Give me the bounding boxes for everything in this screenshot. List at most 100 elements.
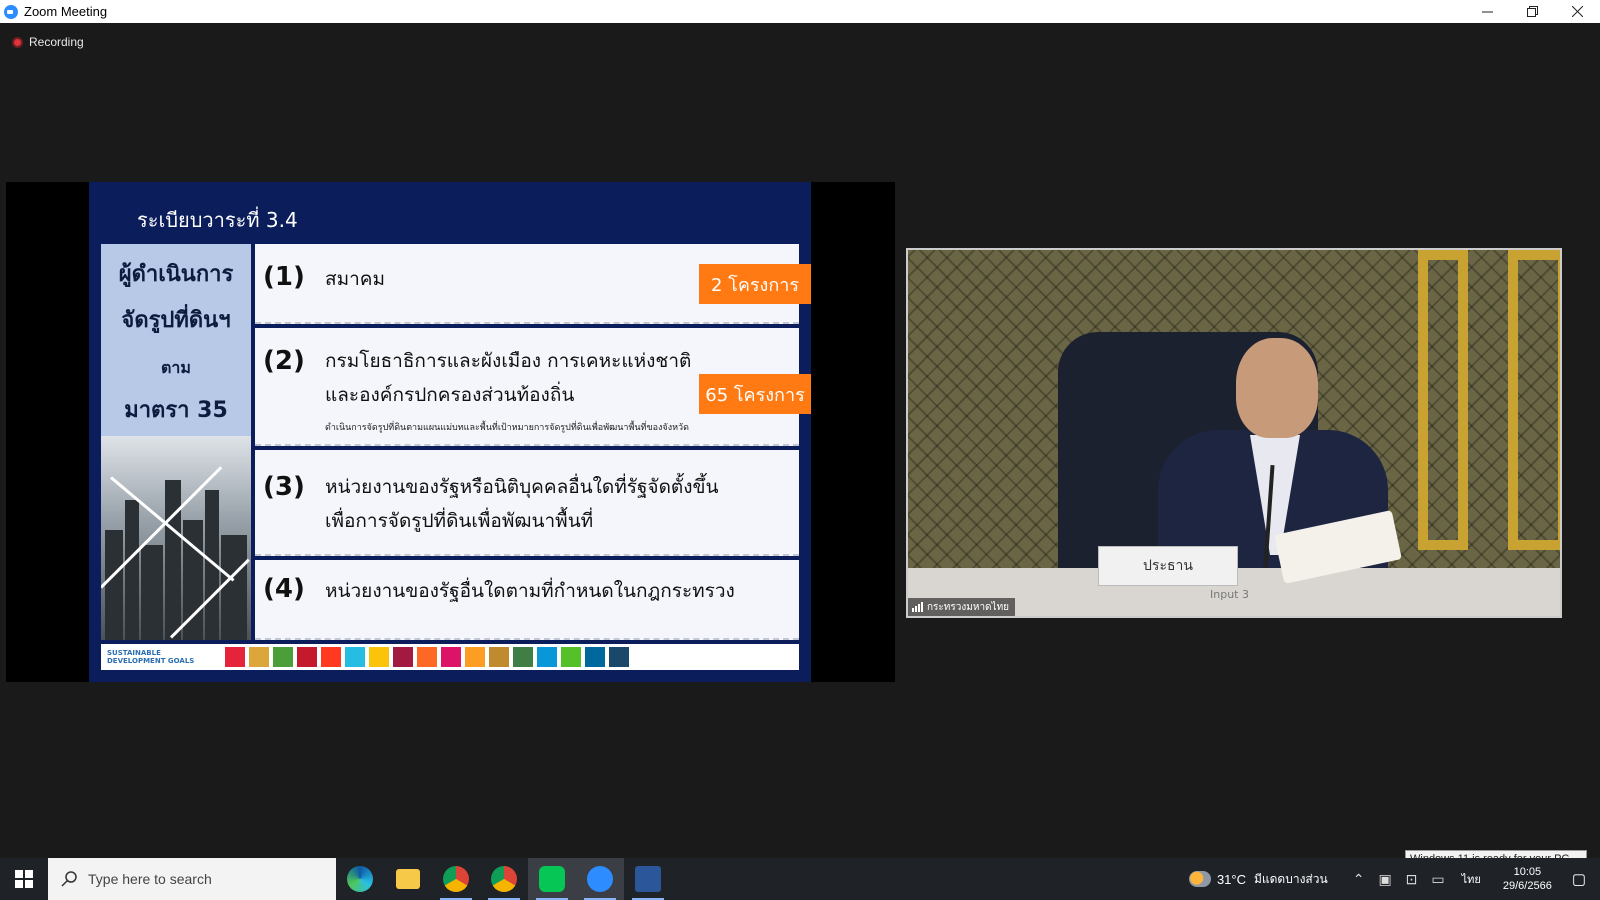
signal-strength-icon [912, 602, 923, 612]
row-text: กรมโยธาธิการและผังเมือง การเคหะแห่งชาติ [325, 350, 692, 372]
row-number: (4) [263, 574, 305, 604]
restore-button[interactable] [1510, 0, 1555, 23]
sdg-goal-tile [465, 647, 485, 667]
sdg-goal-tile [609, 647, 629, 667]
file-explorer-icon [396, 869, 420, 889]
taskbar-search-box[interactable]: Type here to search [48, 858, 336, 900]
minimize-button[interactable] [1465, 0, 1510, 23]
slide-row-3: (3) หน่วยงานของรัฐหรือนิติบุคคลอื่นใดที่… [255, 450, 799, 556]
sdg-goal-tile [273, 647, 293, 667]
network-icon[interactable]: ⊡ [1406, 871, 1418, 888]
participant-name-tag: กระทรวงมหาดไทย [908, 598, 1016, 616]
sdg-goal-tile [441, 647, 461, 667]
sdg-goal-tile [537, 647, 557, 667]
input-language[interactable]: ไทย [1462, 870, 1481, 888]
chrome-profile-icon [491, 866, 517, 892]
sdg-logo-bar: SUSTAINABLE DEVELOPMENT GOALS [101, 644, 799, 670]
slide-row-1: (1) สมาคม 2 โครงการ [255, 244, 811, 324]
slide-rows: (1) สมาคม 2 โครงการ (2) กรมโยธาธิการและผ… [255, 244, 811, 640]
person-head [1236, 338, 1318, 438]
taskbar-line[interactable] [528, 858, 576, 900]
recording-indicator[interactable]: Recording [12, 35, 84, 49]
left-panel-line-2: จัดรูปที่ดินฯ [121, 308, 231, 333]
window-title: Zoom Meeting [24, 4, 108, 19]
window-controls [1465, 0, 1600, 23]
row-text: สมาคม [325, 268, 386, 290]
gold-frame [1418, 250, 1468, 550]
row-number: (1) [263, 262, 305, 292]
sdg-goal-tile [249, 647, 269, 667]
sdg-goal-tile [513, 647, 533, 667]
clock[interactable]: 10:05 29/6/2566 [1503, 865, 1552, 893]
taskbar-file-explorer[interactable] [384, 858, 432, 900]
row-number: (2) [263, 346, 305, 376]
weather-condition[interactable]: มีแดดบางส่วน [1254, 870, 1328, 889]
recording-dot-icon [12, 36, 23, 48]
slide-left-panel: ผู้ดำเนินการ จัดรูปที่ดินฯ ตาม มาตรา 35 [101, 244, 251, 640]
left-panel-line-1: ผู้ดำเนินการ [118, 262, 234, 287]
word-icon [635, 866, 661, 892]
start-button[interactable] [0, 858, 48, 900]
project-count-badge: 2 โครงการ [699, 264, 811, 304]
sdg-goal-tile [321, 647, 341, 667]
notification-icon[interactable]: ▢ [1572, 870, 1586, 888]
left-panel-line-4: มาตรา 35 [124, 398, 228, 423]
city-skyline-image [101, 436, 251, 640]
clock-date: 29/6/2566 [1502, 880, 1552, 892]
sdg-goal-tile [585, 647, 605, 667]
restore-icon [1527, 6, 1538, 17]
line-icon [539, 866, 565, 892]
chevron-up-icon[interactable]: ⌃ [1353, 871, 1365, 888]
nameplate: ประธาน [1098, 546, 1238, 586]
sdg-goal-tile [225, 647, 245, 667]
sdg-goal-tile [393, 647, 413, 667]
minimize-icon [1482, 11, 1493, 13]
sdg-goal-tile [489, 647, 509, 667]
row-subtext: ดำเนินการจัดรูปที่ดินตามแผนแม่บทและพื้นท… [325, 423, 689, 433]
close-icon [1572, 6, 1583, 17]
zoom-icon [587, 866, 613, 892]
sdg-logo: SUSTAINABLE DEVELOPMENT GOALS [107, 649, 195, 665]
sdg-goal-tile [417, 647, 437, 667]
sdg-goal-tile [561, 647, 581, 667]
left-panel-line-3: ตาม [161, 358, 191, 377]
taskbar-zoom[interactable] [576, 858, 624, 900]
taskbar: Type here to search 31°C มีแดดบางส่วน ⌃ … [0, 858, 1600, 900]
sdg-goal-tile [369, 647, 389, 667]
taskbar-chrome-profile[interactable] [480, 858, 528, 900]
windows-logo-icon [15, 870, 33, 888]
participant-name: กระทรวงมหาดไทย [927, 601, 1010, 613]
edge-icon [347, 866, 373, 892]
sdg-tiles [225, 647, 629, 667]
weather-temperature[interactable]: 31°C [1217, 872, 1246, 887]
recording-label: Recording [29, 35, 84, 49]
sdg-goal-tile [297, 647, 317, 667]
system-tray: 31°C มีแดดบางส่วน ⌃ ▣ ⊡ ▭ ไทย 10:05 29/6… [1188, 858, 1600, 900]
meet-now-icon[interactable]: ▣ [1378, 871, 1391, 888]
search-icon [61, 871, 77, 887]
slide-title: ระเบียบวาระที่ 3.4 [137, 208, 298, 232]
taskbar-chrome[interactable] [432, 858, 480, 900]
clock-time: 10:05 [1513, 866, 1542, 878]
close-button[interactable] [1555, 0, 1600, 23]
gold-frame [1508, 250, 1560, 550]
row-number: (3) [263, 472, 305, 502]
row-text-line-2: และองค์กรปกครองส่วนท้องถิ่น [325, 384, 575, 406]
participant-video[interactable]: ประธาน Input 3 กระทรวงมหาดไทย [906, 248, 1562, 618]
shared-screen: ระเบียบวาระที่ 3.4 ผู้ดำเนินการ จัดรูปที… [6, 182, 895, 682]
weather-icon[interactable] [1188, 871, 1211, 887]
row-text: หน่วยงานของรัฐอื่นใดตามที่กำหนดในกฎกระทร… [325, 580, 735, 602]
sdg-goal-tile [345, 647, 365, 667]
video-input-label: Input 3 [1210, 588, 1249, 601]
display-icon[interactable]: ▭ [1431, 871, 1444, 888]
presentation-slide: ระเบียบวาระที่ 3.4 ผู้ดำเนินการ จัดรูปที… [89, 182, 811, 682]
search-placeholder: Type here to search [88, 871, 212, 887]
taskbar-edge[interactable] [336, 858, 384, 900]
project-count-badge: 65 โครงการ [699, 374, 811, 414]
row-text-line-2: เพื่อการจัดรูปที่ดินเพื่อพัฒนาพื้นที่ [325, 510, 594, 532]
slide-row-2: (2) กรมโยธาธิการและผังเมือง การเคหะแห่งช… [255, 328, 811, 446]
chrome-icon [443, 866, 469, 892]
taskbar-word[interactable] [624, 858, 672, 900]
title-bar: Zoom Meeting [0, 0, 1600, 23]
slide-row-4: (4) หน่วยงานของรัฐอื่นใดตามที่กำหนดในกฎก… [255, 560, 799, 640]
